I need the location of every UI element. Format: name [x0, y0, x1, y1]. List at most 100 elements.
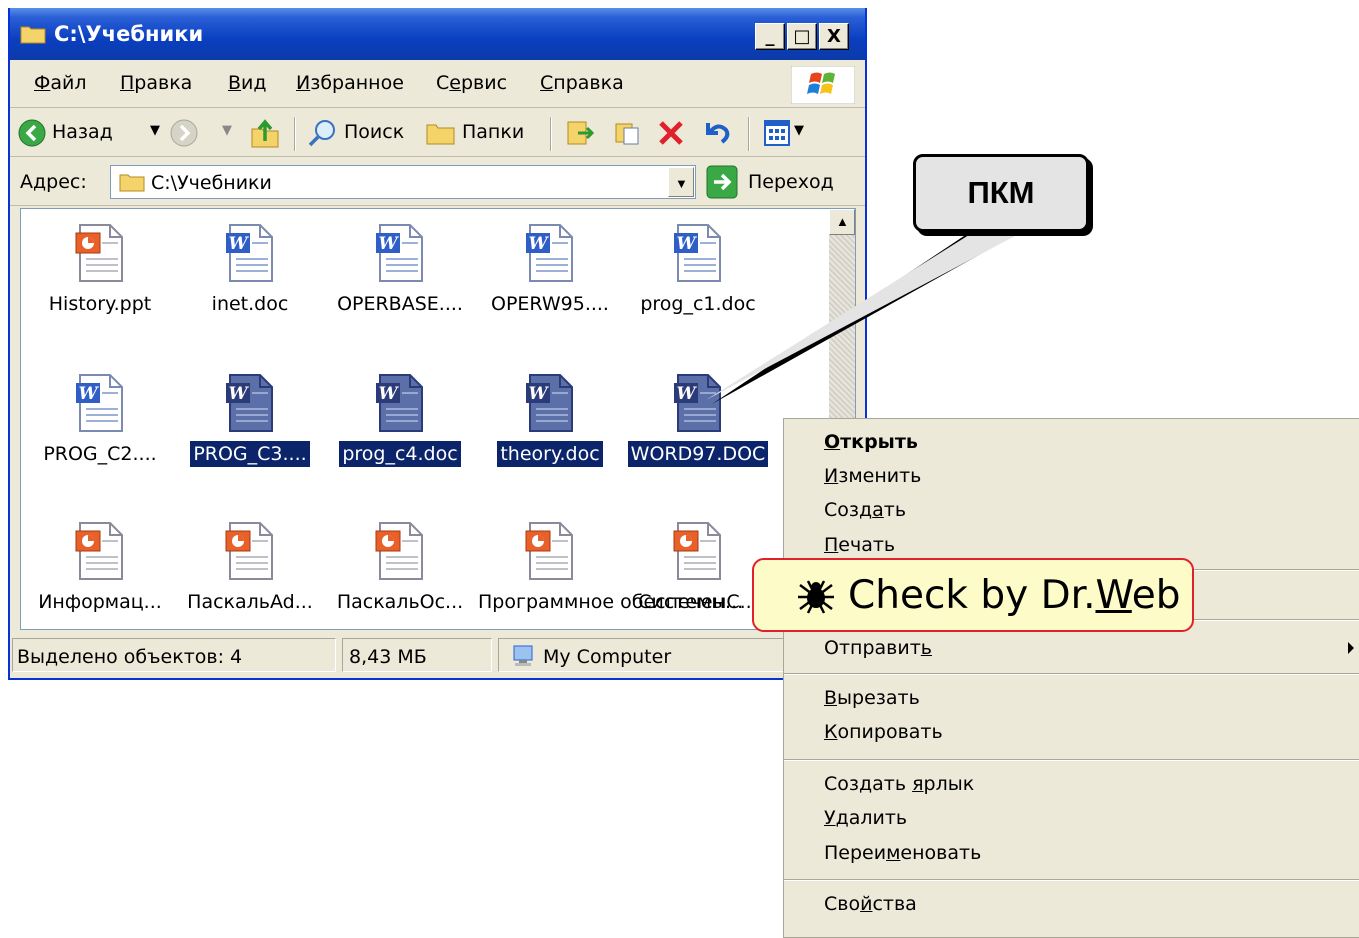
file-item[interactable]: Winet.doc — [175, 217, 325, 337]
back-button[interactable]: Назад — [52, 121, 113, 143]
status-cell-selected: Выделено объектов: 4 — [12, 638, 336, 672]
file-name: PROG_C2.... — [43, 443, 157, 465]
address-value: C:\Учебники — [151, 172, 272, 194]
minimize-button[interactable]: _ — [755, 23, 785, 50]
file-item[interactable]: W WORD97.DOC — [623, 367, 773, 487]
file-label-wrap: prog_c4.doc — [325, 441, 475, 467]
menu-item-copy[interactable]: Копировать — [824, 721, 943, 743]
file-item[interactable]: Wprog_c4.doc — [325, 367, 475, 487]
address-dropdown-button[interactable]: ▼ — [668, 167, 694, 197]
file-item[interactable]: W OPERW95.... — [475, 217, 625, 337]
file-label-wrap: OPERBASE.... — [325, 293, 475, 315]
file-item[interactable]: W PROG_C2.... — [25, 367, 175, 487]
file-item[interactable]: Wtheory.doc — [475, 367, 625, 487]
menu-item-edit[interactable]: Изменить — [824, 465, 921, 487]
address-bar: Адрес: C:\Учебники ▼ Переход — [10, 158, 865, 206]
menu-item-properties[interactable]: Свойства — [824, 893, 917, 915]
file-name: WORD97.DOC — [627, 441, 769, 467]
menu-help[interactable]: Справка — [540, 72, 624, 94]
powerpoint-icon — [75, 224, 123, 282]
drweb-spider-icon — [798, 580, 834, 614]
file-name: Информац... — [38, 591, 162, 613]
back-arrow-icon[interactable] — [18, 119, 46, 147]
menu-separator — [784, 759, 1359, 761]
copy-to-icon[interactable] — [612, 118, 642, 148]
address-input[interactable]: C:\Учебники ▼ — [110, 165, 696, 199]
word-doc-icon: W — [226, 224, 273, 282]
svg-text:W: W — [228, 234, 249, 254]
folders-button[interactable]: Папки — [462, 121, 524, 143]
svg-text:W: W — [676, 384, 697, 404]
delete-icon[interactable] — [656, 118, 686, 148]
file-name: prog_c4.doc — [339, 441, 461, 467]
file-item[interactable]: ПаскальОс... — [325, 515, 475, 629]
powerpoint-icon — [525, 522, 573, 580]
search-button[interactable]: Поиск — [344, 121, 404, 143]
powerpoint-icon — [225, 522, 273, 580]
toolbar-separator — [748, 117, 750, 151]
scroll-up-button[interactable]: ▲ — [829, 209, 855, 235]
go-button[interactable]: Переход — [748, 171, 834, 193]
menu-item-cut[interactable]: Вырезать — [824, 687, 920, 709]
menu-item-print[interactable]: Печать — [824, 534, 895, 556]
close-button[interactable]: X — [819, 23, 849, 50]
word-doc-icon: W — [376, 224, 423, 282]
undo-icon[interactable] — [700, 117, 732, 147]
menu-view[interactable]: Вид — [228, 72, 267, 94]
menu-edit[interactable]: Правка — [120, 72, 192, 94]
file-label-wrap: OPERW95.... — [475, 293, 625, 315]
forward-dropdown-icon[interactable]: ▼ — [222, 123, 232, 138]
file-item[interactable]: Программное обеспечен... — [475, 515, 743, 629]
back-dropdown-icon[interactable]: ▼ — [150, 123, 160, 138]
menu-item-rename[interactable]: Переименовать — [824, 842, 981, 864]
file-label-wrap: ПаскальОс... — [325, 591, 475, 613]
file-label-wrap: Информац... — [25, 591, 175, 613]
status-location: My Computer — [543, 646, 672, 668]
file-label-wrap: theory.doc — [475, 441, 625, 467]
window-title: C:\Учебники — [54, 22, 204, 46]
powerpoint-icon — [673, 522, 721, 580]
forward-arrow-icon[interactable] — [170, 119, 198, 147]
status-bar: Выделено объектов: 4 8,43 МБ My Computer — [10, 632, 865, 678]
file-label-wrap: prog_c1.doc — [623, 293, 773, 315]
go-arrow-icon[interactable] — [706, 165, 738, 199]
svg-text:W: W — [78, 384, 99, 404]
file-item[interactable]: СистемыС... — [623, 515, 773, 629]
views-dropdown-icon[interactable]: ▼ — [794, 123, 804, 138]
views-icon[interactable] — [764, 120, 790, 146]
file-label-wrap: PROG_C2.... — [25, 443, 175, 465]
file-label-wrap: PROG_C3.... — [175, 441, 325, 467]
file-item[interactable]: Wprog_c1.doc — [623, 217, 773, 337]
file-item[interactable]: W PROG_C3.... — [175, 367, 325, 487]
toolbar: Назад ▼ ▼ Поиск Папки ▼ — [10, 109, 865, 157]
file-name: theory.doc — [497, 441, 603, 467]
file-list[interactable]: History.ppt Winet.doc W OPERBASE.... W OPERW9… — [20, 208, 856, 630]
menu-tools[interactable]: Сервис — [436, 72, 507, 94]
menu-item-delete[interactable]: Удалить — [824, 807, 907, 829]
menu-item-create-shortcut[interactable]: Создать ярлык — [824, 773, 974, 795]
drweb-label: Check by Dr.Web — [848, 573, 1181, 618]
powerpoint-icon — [75, 522, 123, 580]
status-size: 8,43 МБ — [349, 646, 427, 668]
menu-item-open[interactable]: Открыть — [824, 431, 918, 453]
title-bar[interactable]: C:\Учебники _ □ X — [10, 8, 865, 60]
up-folder-icon[interactable] — [250, 117, 280, 149]
file-item[interactable]: History.ppt — [25, 217, 175, 337]
file-name: OPERW95.... — [491, 293, 609, 315]
menu-separator — [784, 673, 1359, 675]
file-item[interactable]: Информац... — [25, 515, 175, 629]
menu-item-check-drweb[interactable]: Check by Dr.Web — [752, 558, 1194, 632]
svg-text:W: W — [528, 234, 549, 254]
menu-item-new[interactable]: Создать — [824, 499, 906, 521]
powerpoint-icon — [375, 522, 423, 580]
folders-icon[interactable] — [426, 120, 456, 146]
menu-item-send-to[interactable]: Отправить — [824, 637, 932, 659]
file-item[interactable]: ПаскальAd... — [175, 515, 325, 629]
menu-file[interactable]: Файл — [34, 72, 87, 94]
search-icon[interactable] — [308, 118, 338, 148]
file-item[interactable]: W OPERBASE.... — [325, 217, 475, 337]
status-cell-location: My Computer — [498, 638, 798, 672]
move-to-icon[interactable] — [566, 118, 596, 148]
menu-favorites[interactable]: Избранное — [296, 72, 404, 94]
maximize-button[interactable]: □ — [787, 23, 817, 50]
